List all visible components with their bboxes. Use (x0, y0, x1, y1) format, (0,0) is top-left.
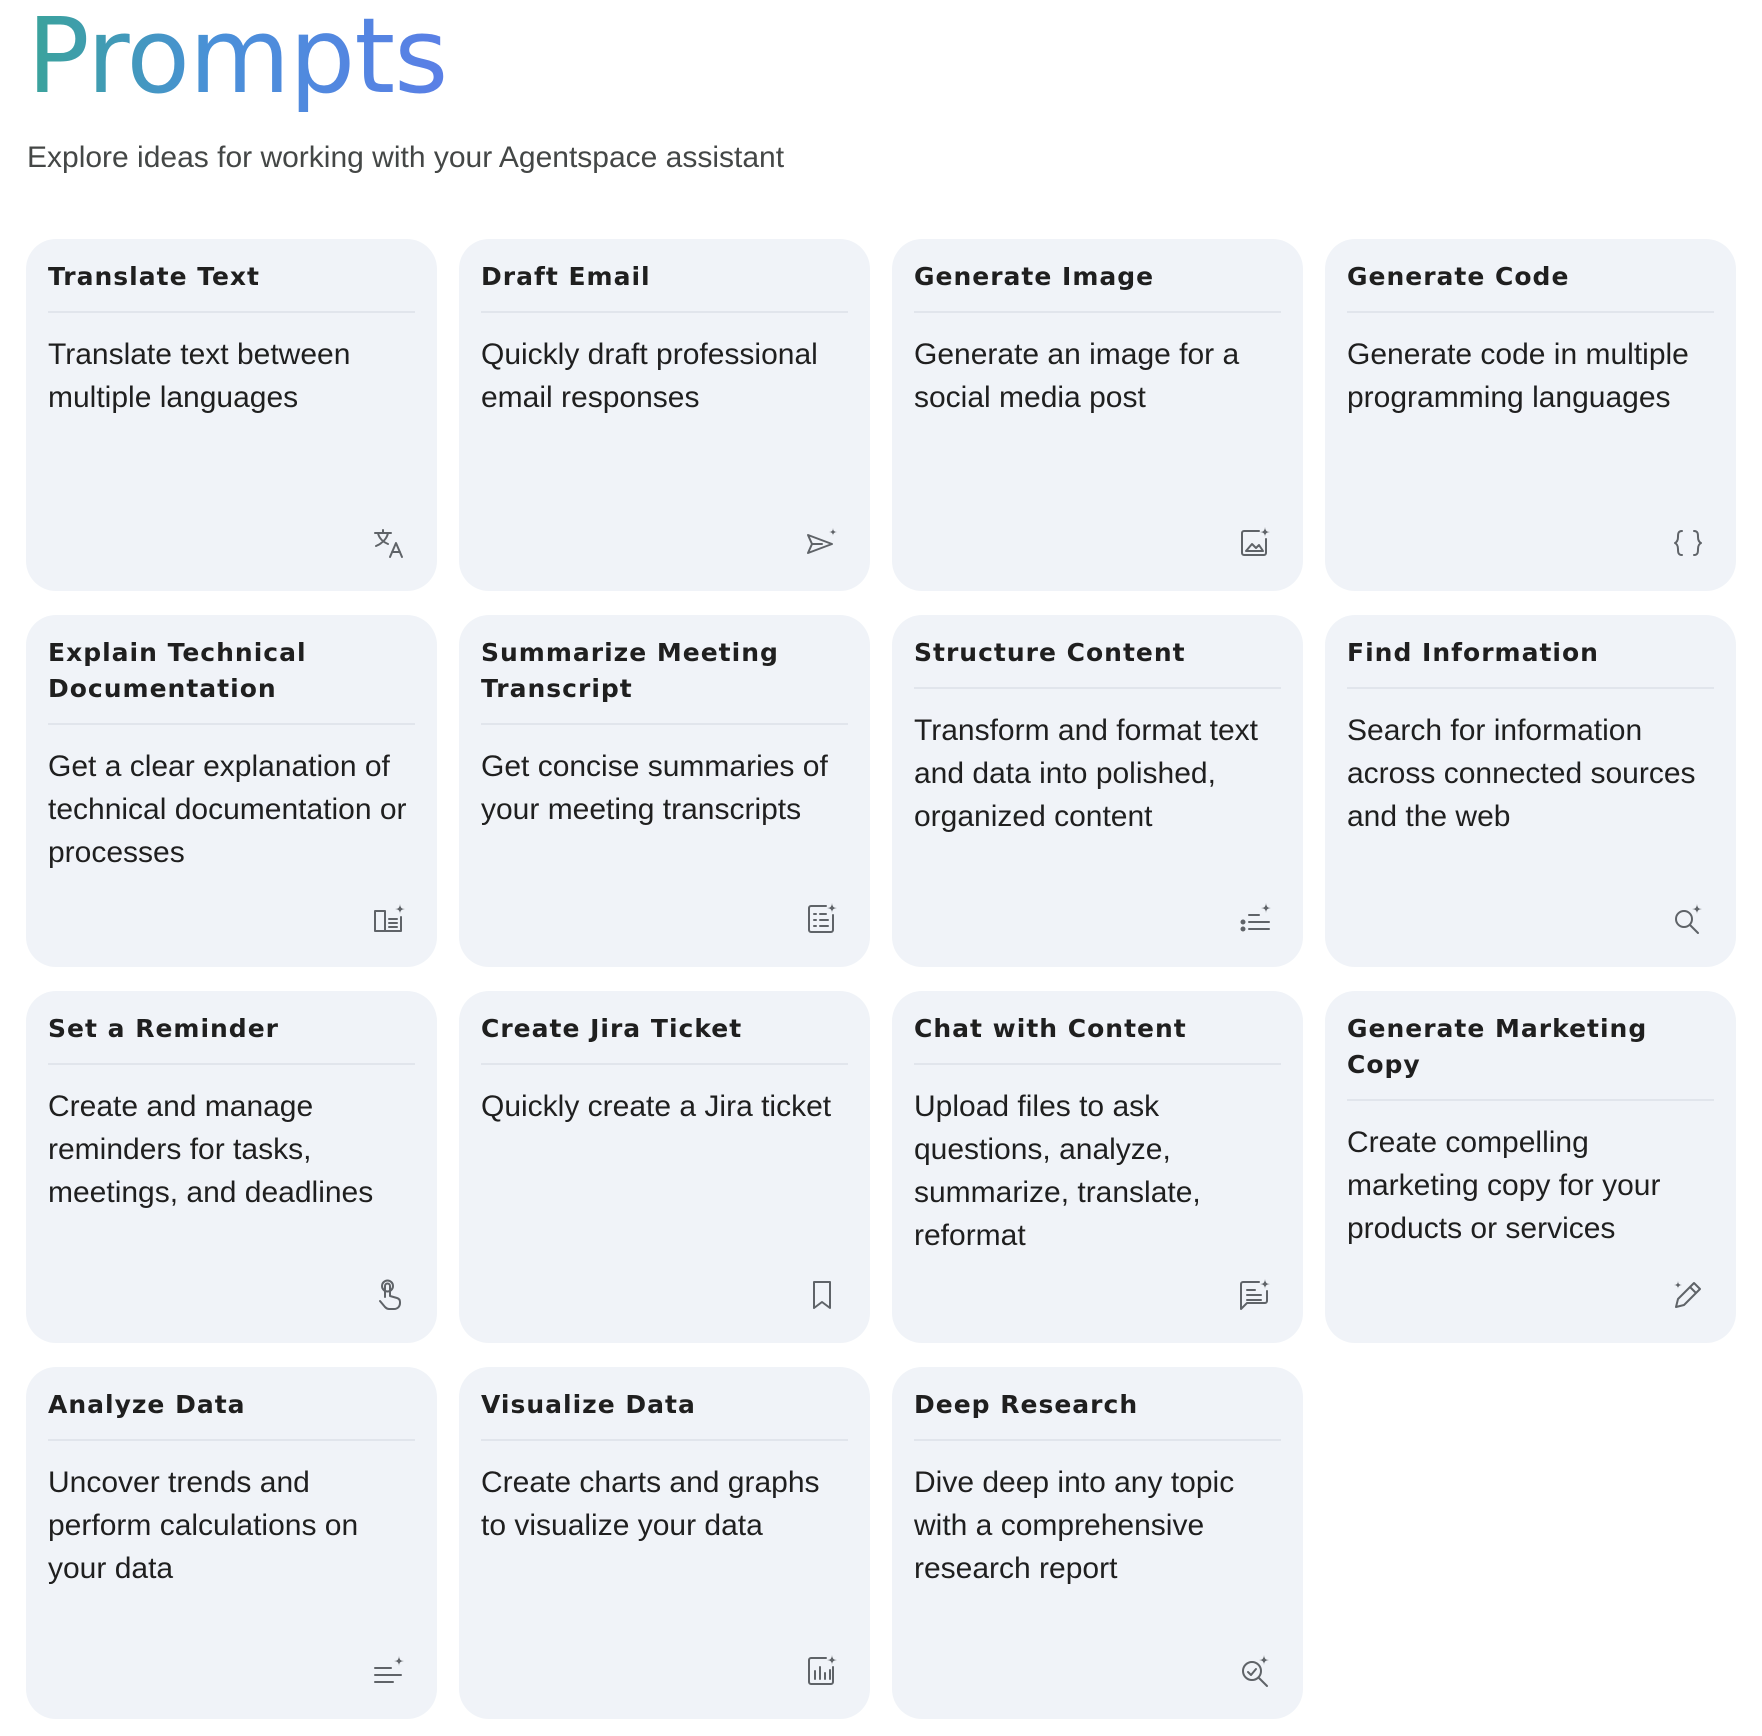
translate-icon (371, 525, 407, 561)
bookmark-icon (804, 1277, 840, 1313)
image-sparkle-icon (1237, 525, 1273, 561)
prompt-card-description: Create and manage reminders for tasks, m… (48, 1090, 374, 1209)
prompt-card-title: Analyze Data (48, 1367, 415, 1441)
prompt-card-grid: Translate Text Translate text between mul… (26, 239, 1736, 1719)
prompt-card-description: Generate code in multiple programming la… (1347, 338, 1689, 414)
prompt-card-title: Set a Reminder (48, 991, 415, 1065)
search-sparkle-icon (1670, 901, 1706, 937)
prompt-card-explain-technical-documentation[interactable]: Explain Technical Documentation Get a cle… (26, 615, 437, 967)
code-braces-icon (1670, 525, 1706, 561)
prompt-card-description: Get concise summaries of your meeting tr… (481, 750, 828, 826)
prompt-card-draft-email[interactable]: Draft Email Quickly draft professional em… (459, 239, 870, 591)
lines-sparkle-icon (371, 1653, 407, 1689)
prompt-card-title: Generate Image (914, 239, 1281, 313)
prompt-card-translate-text[interactable]: Translate Text Translate text between mul… (26, 239, 437, 591)
prompt-card-description: Generate an image for a social media pos… (914, 338, 1240, 414)
prompt-card-title: Draft Email (481, 239, 848, 313)
pen-sparkle-icon (1670, 1277, 1706, 1313)
prompts-page: Prompts Explore ideas for working with y… (0, 0, 1762, 1736)
prompt-card-description: Uncover trends and perform calculations … (48, 1466, 359, 1585)
prompt-card-create-jira-ticket[interactable]: Create Jira Ticket Quickly create a Jira … (459, 991, 870, 1343)
page-subtitle: Explore ideas for working with your Agen… (27, 141, 785, 174)
prompt-card-description: Upload files to ask questions, analyze, … (914, 1090, 1201, 1252)
prompt-card-generate-image[interactable]: Generate Image Generate an image for a so… (892, 239, 1303, 591)
prompt-card-description: Dive deep into any topic with a comprehe… (914, 1466, 1235, 1585)
chart-sparkle-icon (804, 1653, 840, 1689)
prompt-card-analyze-data[interactable]: Analyze Data Uncover trends and perform c… (26, 1367, 437, 1719)
prompt-card-title: Chat with Content (914, 991, 1281, 1065)
prompt-card-description: Search for information across connected … (1347, 714, 1696, 833)
prompt-card-description: Quickly create a Jira ticket (481, 1090, 832, 1123)
prompt-card-title: Find Information (1347, 615, 1714, 689)
prompt-card-summarize-meeting-transcript[interactable]: Summarize Meeting Transcript Get concise … (459, 615, 870, 967)
prompt-card-description: Translate text between multiple language… (48, 338, 351, 414)
prompt-card-structure-content[interactable]: Structure Content Transform and format te… (892, 615, 1303, 967)
prompt-card-deep-research[interactable]: Deep Research Dive deep into any topic wi… (892, 1367, 1303, 1719)
prompt-card-description: Quickly draft professional email respons… (481, 338, 818, 414)
prompt-card-title: Deep Research (914, 1367, 1281, 1441)
prompt-card-description: Get a clear explanation of technical doc… (48, 750, 407, 869)
research-sparkle-icon (1237, 1653, 1273, 1689)
prompt-card-visualize-data[interactable]: Visualize Data Create charts and graphs t… (459, 1367, 870, 1719)
list-sparkle-icon (1237, 901, 1273, 937)
prompt-card-title: Generate Code (1347, 239, 1714, 313)
chat-sparkle-icon (1237, 1277, 1273, 1313)
prompt-card-title: Translate Text (48, 239, 415, 313)
prompt-card-description: Create charts and graphs to visualize yo… (481, 1466, 820, 1542)
prompt-card-chat-with-content[interactable]: Chat with Content Upload files to ask que… (892, 991, 1303, 1343)
prompt-card-description: Transform and format text and data into … (914, 714, 1259, 833)
prompt-card-set-a-reminder[interactable]: Set a Reminder Create and manage reminder… (26, 991, 437, 1343)
prompt-card-description: Create compelling marketing copy for you… (1347, 1126, 1661, 1245)
summary-sparkle-icon (804, 901, 840, 937)
page-title: Prompts (27, 0, 448, 117)
book-sparkle-icon (371, 901, 407, 937)
prompt-card-find-information[interactable]: Find Information Search for information a… (1325, 615, 1736, 967)
prompt-card-title: Structure Content (914, 615, 1281, 689)
prompt-card-generate-code[interactable]: Generate Code Generate code in multiple p… (1325, 239, 1736, 591)
touch-reminder-icon (371, 1277, 407, 1313)
prompt-card-title: Summarize Meeting Transcript (481, 615, 848, 725)
prompt-card-title: Visualize Data (481, 1367, 848, 1441)
prompt-card-title: Create Jira Ticket (481, 991, 848, 1065)
prompt-card-title: Generate Marketing Copy (1347, 991, 1714, 1101)
prompt-card-generate-marketing-copy[interactable]: Generate Marketing Copy Create compelling… (1325, 991, 1736, 1343)
send-sparkle-icon (804, 525, 840, 561)
prompt-card-title: Explain Technical Documentation (48, 615, 415, 725)
